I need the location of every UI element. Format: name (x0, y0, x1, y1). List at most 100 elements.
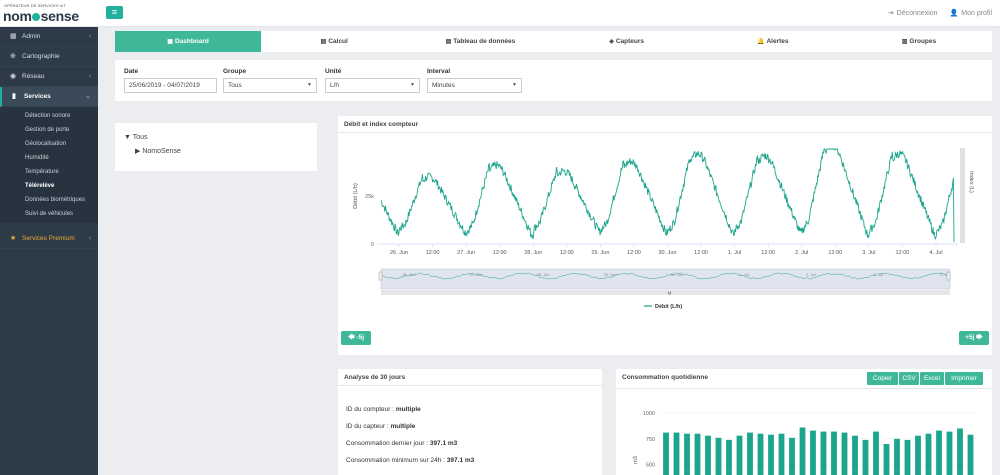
user-icon: 👤 (949, 10, 959, 17)
submenu-item-detection-sonore[interactable]: Détection sonore (0, 109, 98, 123)
bar (810, 430, 816, 475)
y-tick-label: 25k (365, 194, 374, 200)
sidebar-item-reseau[interactable]: ◉ Réseau ‹ (0, 67, 98, 87)
bar (936, 430, 942, 475)
bar (715, 437, 722, 475)
prev-5-days-button[interactable]: 🡄 -5j (341, 331, 371, 345)
tab-alertes[interactable]: 🔔 Alertes (700, 31, 846, 52)
interval-label: Interval (427, 68, 451, 75)
logo[interactable]: OPÉRATEUR DE SERVICES IoT nom sense (0, 0, 98, 27)
bar (705, 435, 711, 475)
interval-select[interactable]: Minutes ▼ (427, 78, 522, 93)
navigator-scrollbar-grip: M (668, 291, 672, 296)
y-tick-label: 0 (371, 242, 374, 248)
tab-label: Alertes (766, 38, 789, 45)
flow-chart[interactable]: Débit (L/h) Index (L) 0 25k 26. Jun 12:00 27. … (338, 136, 992, 336)
date-range-input[interactable]: 25/06/2019 - 04/07/2019 (124, 78, 217, 93)
unite-label: Unité (325, 68, 342, 75)
y-axis-right-label: Index (L) (968, 171, 974, 193)
flow-series-line (380, 148, 955, 243)
analysis-title: Analyse de 30 jours (344, 374, 406, 381)
top-bar: OPÉRATEUR DE SERVICES IoT nom sense ≡ ⇥ Dé… (0, 0, 1000, 27)
analysis-row-label: ID du capteur : (346, 423, 391, 430)
sidebar-item-cartographie[interactable]: ⊕ Cartographie (0, 47, 98, 67)
sidebar-item-admin[interactable]: ▦ Admin ‹ (0, 27, 98, 47)
x-tick-label: 12:00 (828, 250, 842, 256)
navigator-tick-label: 2. Jul (806, 272, 816, 277)
bar (799, 427, 806, 475)
caret-down-icon: ▼ (410, 82, 415, 88)
analysis-row-value: multiple (395, 406, 421, 413)
logout-link[interactable]: ⇥ Déconnexion (888, 9, 938, 17)
bar (726, 439, 732, 475)
x-tick-label: 3. Jul (862, 250, 875, 256)
chevron-left-icon: ‹ (88, 73, 91, 80)
submenu-item-suivi-vehicules[interactable]: Suivi de véhicules (0, 207, 98, 221)
print-button[interactable]: Imprimer (945, 372, 983, 385)
sidebar-item-services-premium[interactable]: ★ Services Premium ‹ (0, 229, 98, 249)
tab-calcul[interactable]: ▤ Calcul (261, 31, 407, 52)
caret-down-icon: ▼ (512, 82, 517, 88)
navigator-handle-right (946, 271, 951, 281)
tab-tableau-donnees[interactable]: ▤ Tableau de données (407, 31, 553, 52)
navigator-tick-label: 27. Jun (469, 272, 482, 277)
calculator-icon: ▤ (320, 39, 327, 45)
x-tick-label: 28. Jun (524, 250, 542, 256)
chart-panel-title: Débit et index compteur (344, 121, 419, 128)
analysis-row: ID du capteur : multiple (346, 423, 415, 430)
tree-node-child[interactable]: ▶ NomoSense (135, 147, 181, 155)
sidebar: ▦ Admin ‹ ⊕ Cartographie ◉ Réseau ‹ ▮ Services… (0, 27, 98, 475)
bar (831, 431, 837, 475)
navigator-window (380, 268, 951, 290)
wifi-icon: ◉ (10, 73, 17, 80)
profile-link[interactable]: 👤 Mon profil (950, 9, 992, 17)
bar (757, 433, 764, 475)
bar (663, 432, 669, 475)
tree-node-root[interactable]: ▼ Tous (124, 134, 148, 141)
analysis-row: Consommation dernier jour : 397.1 m3 (346, 440, 457, 447)
bar (789, 437, 795, 475)
csv-button[interactable]: CSV (899, 372, 919, 385)
copy-button[interactable]: Copier (867, 372, 898, 385)
chart-icon: ▥ (901, 39, 908, 45)
tab-capteurs[interactable]: ◈ Capteurs (554, 31, 700, 52)
submenu-item-humidite[interactable]: Humidité (0, 151, 98, 165)
bar (967, 434, 974, 475)
x-tick-label: 29. Jun (591, 250, 609, 256)
groupe-select[interactable]: Tous ▼ (223, 78, 317, 93)
unite-filter: Unité L/h ▼ (325, 68, 420, 93)
analysis-row-label: Consommation minimum sur 24h : (346, 457, 447, 464)
navigator-tick-label: 30. Jun (670, 272, 683, 277)
submenu-item-gestion-porte[interactable]: Gestion de porte (0, 123, 98, 137)
dashboard-icon: ▦ (167, 39, 173, 45)
sidebar-item-label: Services Premium (22, 235, 75, 242)
menu-toggle-button[interactable]: ≡ (106, 6, 123, 19)
bell-icon: 🔔 (757, 39, 765, 45)
chevron-left-icon: ‹ (88, 33, 91, 40)
x-tick-label: 12:00 (694, 250, 708, 256)
bar (883, 444, 890, 475)
submenu-item-telereleve[interactable]: Télérelève (0, 179, 98, 193)
tab-dashboard[interactable]: ▦ Dashboard (115, 31, 262, 52)
x-tick-label: 12:00 (426, 250, 440, 256)
bar (778, 433, 785, 475)
x-tick-label: 12:00 (896, 250, 910, 256)
tab-groupes[interactable]: ▥ Groupes (846, 31, 992, 52)
analysis-row-label: Consommation dernier jour : (346, 440, 430, 447)
date-label: Date (124, 68, 139, 75)
excel-button[interactable]: Excel (920, 372, 944, 385)
logo-part2: sense (40, 8, 80, 24)
bar (904, 439, 911, 475)
submenu-item-donnees-biometriques[interactable]: Données biométriques (0, 193, 98, 207)
x-tick-label: 27. Jun (457, 250, 475, 256)
submenu-item-geolocalisation[interactable]: Géolocalisation (0, 137, 98, 151)
next-5-days-button[interactable]: +5j 🡆 (959, 331, 989, 345)
sensor-icon: ◈ (609, 39, 614, 45)
sidebar-item-services[interactable]: ▮ Services ⌄ (0, 87, 98, 107)
daily-consumption-chart[interactable]: 1000 750 500 m3 (616, 389, 992, 475)
bar (841, 432, 848, 475)
filters-panel: Date 25/06/2019 - 04/07/2019 Groupe Tous… (115, 60, 992, 101)
submenu-item-temperature[interactable]: Température (0, 165, 98, 179)
logout-icon: ⇥ (887, 10, 894, 17)
unite-select[interactable]: L/h ▼ (325, 78, 420, 93)
